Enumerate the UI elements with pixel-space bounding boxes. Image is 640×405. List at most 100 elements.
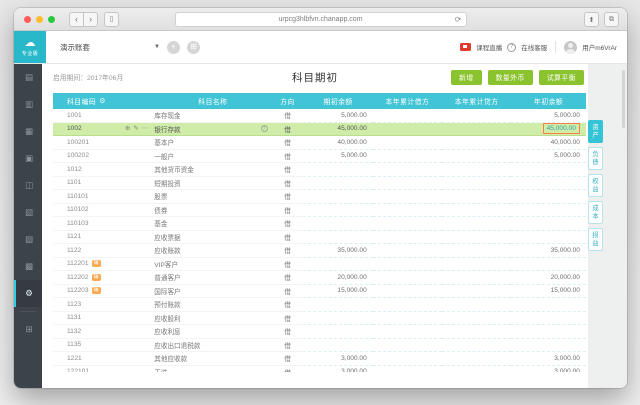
ytd-credit-cell[interactable] <box>442 352 512 366</box>
ytd-credit-cell[interactable] <box>442 244 512 258</box>
year-start-balance-cell[interactable]: 35,000.00 <box>511 244 586 258</box>
opening-balance-cell[interactable] <box>303 339 373 352</box>
opening-balance-cell[interactable] <box>303 298 373 312</box>
table-row[interactable]: 1132 应收利息 借 <box>53 325 586 339</box>
edited-value-box[interactable]: 45,000.00 <box>542 123 580 135</box>
opening-balance-cell[interactable]: 15,000.00 <box>303 285 373 298</box>
account-set-selector[interactable]: 演示账套 <box>60 42 90 53</box>
ytd-credit-cell[interactable] <box>442 258 512 271</box>
help-icon[interactable]: ? <box>260 125 268 133</box>
opening-balance-cell[interactable]: 5,000.00 <box>303 109 373 123</box>
column-settings-icon[interactable]: ⚙ <box>99 97 106 105</box>
ytd-credit-cell[interactable] <box>442 325 512 339</box>
ytd-credit-cell[interactable] <box>442 271 512 285</box>
table-row[interactable]: 1135 应收出口退税款 借 <box>53 339 586 352</box>
sidebar-toggle-icon[interactable]: ▯ <box>104 11 119 27</box>
ytd-debit-cell[interactable] <box>372 244 443 258</box>
ytd-debit-cell[interactable] <box>372 339 443 352</box>
table-row[interactable]: 1131 应收股利 借 <box>53 312 586 325</box>
avatar[interactable] <box>564 40 578 54</box>
ytd-credit-cell[interactable] <box>442 190 512 204</box>
ytd-debit-cell[interactable] <box>372 136 443 150</box>
user-name-label[interactable]: 用户m6VrAr <box>582 42 617 52</box>
sidebar-item-apps[interactable]: ⊞ <box>14 316 42 343</box>
sidebar-item-salary[interactable]: ▨ <box>14 226 42 253</box>
ytd-credit-cell[interactable] <box>442 285 512 298</box>
year-start-balance-cell[interactable]: 20,000.00 <box>511 271 586 285</box>
year-start-balance-cell[interactable] <box>511 312 586 325</box>
opening-balance-cell[interactable] <box>303 258 373 271</box>
year-start-balance-cell[interactable] <box>511 339 586 352</box>
table-row[interactable]: 112203 辅 国际客户 借 15,000.00 15,000.00 <box>53 285 586 298</box>
add-account-button[interactable]: + <box>166 40 180 54</box>
year-start-balance-cell[interactable]: 15,000.00 <box>511 285 586 298</box>
opening-balance-cell[interactable] <box>303 190 373 204</box>
refresh-icon[interactable]: ⟳ <box>455 15 462 24</box>
table-row[interactable]: 110101 股票 借 <box>53 190 586 204</box>
year-start-balance-cell[interactable] <box>511 217 586 231</box>
ytd-credit-cell[interactable] <box>442 217 512 231</box>
ytd-debit-cell[interactable] <box>372 217 443 231</box>
ytd-debit-cell[interactable] <box>372 352 443 366</box>
sidebar-item-voucher[interactable]: ▤ <box>14 64 42 91</box>
year-start-balance-cell[interactable] <box>511 177 586 190</box>
ytd-debit-cell[interactable] <box>372 285 443 298</box>
year-start-balance-cell[interactable]: 45,000.00 <box>511 122 586 136</box>
ytd-credit-cell[interactable] <box>442 204 512 217</box>
ytd-credit-cell[interactable] <box>442 366 511 373</box>
ytd-debit-cell[interactable] <box>372 204 443 217</box>
table-row[interactable]: 1221 其他应收款 借 3,000.00 3,000.00 <box>53 352 586 366</box>
ytd-credit-cell[interactable] <box>442 339 512 352</box>
add-sub-account-icon[interactable]: ⊕ <box>125 125 130 133</box>
opening-balance-cell[interactable]: 20,000.00 <box>303 271 373 285</box>
forward-button[interactable]: › <box>83 12 97 26</box>
apps-menu-button[interactable]: ⊞ <box>186 40 200 54</box>
ytd-credit-cell[interactable] <box>442 298 512 312</box>
sidebar-item-assets[interactable]: ▩ <box>14 253 42 280</box>
year-start-balance-cell[interactable] <box>511 190 586 204</box>
ytd-credit-cell[interactable] <box>442 163 512 177</box>
table-row[interactable]: 100202 一般户 借 5,000.00 5,000.00 <box>53 150 586 163</box>
table-row[interactable]: 1012 其他货币资金 借 <box>53 163 586 177</box>
opening-balance-cell[interactable] <box>303 231 373 244</box>
table-row[interactable]: 1121 应收票据 借 <box>53 231 586 244</box>
add-new-button[interactable]: 新增 <box>451 69 482 85</box>
category-tab-损益[interactable]: 损益 <box>588 228 603 251</box>
sidebar-item-invoice[interactable]: ◫ <box>14 172 42 199</box>
ytd-credit-cell[interactable] <box>442 109 512 123</box>
sidebar-item-reports[interactable]: ▦ <box>14 118 42 145</box>
year-start-balance-cell[interactable] <box>511 258 586 271</box>
table-row[interactable]: 1002 ⊕ ✎ ⋯ 银行存款 ? 借 45,000.00 45,000.00 <box>53 122 586 136</box>
opening-balance-cell[interactable]: 3,000.00 <box>303 352 373 366</box>
quantity-currency-button[interactable]: 数量外币 <box>487 69 533 85</box>
minimize-window-button[interactable] <box>36 15 43 23</box>
edit-account-icon[interactable]: ✎ <box>133 125 138 133</box>
tabs-icon[interactable]: ⧉ <box>604 12 619 27</box>
opening-balance-cell[interactable] <box>303 312 373 325</box>
ytd-credit-cell[interactable] <box>442 136 512 150</box>
sidebar-item-settings[interactable]: ⚙ <box>14 280 42 307</box>
opening-balance-cell[interactable] <box>303 217 373 231</box>
table-row[interactable]: 100201 基本户 借 40,000.00 40,000.00 <box>53 136 586 150</box>
year-start-balance-cell[interactable]: 5,000.00 <box>511 150 586 163</box>
ytd-credit-cell[interactable] <box>442 312 512 325</box>
ytd-credit-cell[interactable] <box>442 150 512 163</box>
live-course-link[interactable]: 课程直播 <box>476 42 502 52</box>
opening-balance-cell[interactable]: 35,000.00 <box>303 244 373 258</box>
ytd-credit-cell[interactable] <box>442 177 512 190</box>
ytd-debit-cell[interactable] <box>372 271 443 285</box>
opening-balance-cell[interactable]: 3,000.00 <box>303 366 372 372</box>
year-start-balance-cell[interactable] <box>511 231 586 244</box>
category-tab-权益[interactable]: 权益 <box>588 174 603 197</box>
scrollbar-thumb[interactable] <box>622 70 625 128</box>
ytd-debit-cell[interactable] <box>373 366 442 373</box>
ytd-debit-cell[interactable] <box>372 190 443 204</box>
ytd-debit-cell[interactable] <box>372 122 443 136</box>
app-logo[interactable]: ☁ 专业版 <box>14 31 46 63</box>
sidebar-item-inventory[interactable]: ▧ <box>14 199 42 226</box>
year-start-balance-cell[interactable] <box>511 163 586 177</box>
ytd-debit-cell[interactable] <box>372 177 443 190</box>
ytd-debit-cell[interactable] <box>372 150 443 163</box>
table-row[interactable]: 112202 辅 普通客户 借 20,000.00 20,000.00 <box>53 271 586 285</box>
zoom-window-button[interactable] <box>48 15 55 23</box>
